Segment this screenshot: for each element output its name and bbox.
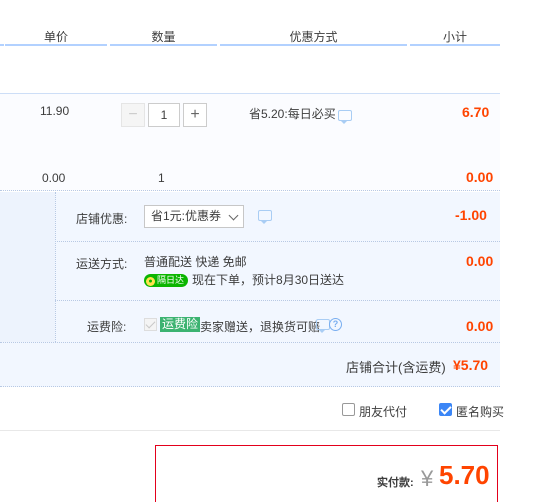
- shop-total-value: ¥5.70: [453, 357, 489, 373]
- decrease-button[interactable]: −: [121, 103, 145, 127]
- message-icon[interactable]: [258, 210, 272, 224]
- shipping-method: 普通配送 快递 免邮: [144, 255, 247, 269]
- header-discount-method: 优惠方式: [220, 28, 407, 46]
- message-icon[interactable]: [338, 110, 352, 124]
- item1-promo: 省5.20:每日必买: [249, 107, 336, 121]
- quantity-input[interactable]: 1: [148, 103, 180, 127]
- payment-label: 实付款:: [377, 477, 414, 489]
- insurance-checkbox: [144, 318, 157, 331]
- coupon-label: 店铺优惠:: [76, 212, 128, 226]
- item2-price: 0.00: [42, 171, 66, 185]
- anonymous-checkbox[interactable]: [439, 403, 452, 416]
- insurance-fee: 0.00: [466, 318, 494, 334]
- header-quantity: 数量: [110, 28, 217, 46]
- item1-subtotal: 6.70: [462, 104, 490, 120]
- coupon-select[interactable]: 省1元:优惠券: [144, 205, 244, 228]
- currency-symbol: ¥: [421, 466, 434, 491]
- order-options: [0, 388, 500, 431]
- friend-pay-label[interactable]: 朋友代付: [359, 403, 407, 420]
- message-icon[interactable]: [316, 319, 330, 333]
- increase-button[interactable]: +: [183, 103, 207, 127]
- payment-amount: 5.70: [439, 460, 490, 490]
- item1-price: 11.90: [40, 104, 70, 118]
- shipping-label: 运送方式:: [76, 257, 128, 271]
- header-unit-price: 单价: [5, 28, 107, 46]
- question-icon[interactable]: ?: [329, 318, 342, 331]
- chevron-down-icon: [228, 210, 239, 221]
- item2-subtotal: 0.00: [466, 169, 494, 185]
- shipping-eta: ● 隔日达 现在下单，预计8月30日送达: [144, 271, 344, 288]
- coupon-discount: -1.00: [455, 207, 487, 223]
- insurance-label: 运费险:: [87, 320, 127, 334]
- shipping-eta-text: 现在下单，预计8月30日送达: [192, 273, 345, 287]
- insurance-badge: 运费险: [160, 317, 201, 332]
- coupon-value: 省1元:优惠券: [151, 209, 222, 223]
- shipping-fee: 0.00: [466, 253, 494, 269]
- insurance-text: 卖家赠送，退换货可赔: [200, 320, 321, 334]
- friend-pay-checkbox[interactable]: [342, 403, 355, 416]
- item2-quantity: 1: [158, 171, 165, 185]
- anonymous-label[interactable]: 匿名购买: [456, 403, 504, 420]
- table-header: 单价 数量 优惠方式 小计: [0, 28, 500, 48]
- shop-total-label: 店铺合计(含运费): [346, 360, 446, 375]
- header-subtotal: 小计: [410, 28, 500, 46]
- next-day-badge: ● 隔日达: [144, 274, 189, 287]
- quantity-stepper[interactable]: − 1 +: [121, 103, 207, 127]
